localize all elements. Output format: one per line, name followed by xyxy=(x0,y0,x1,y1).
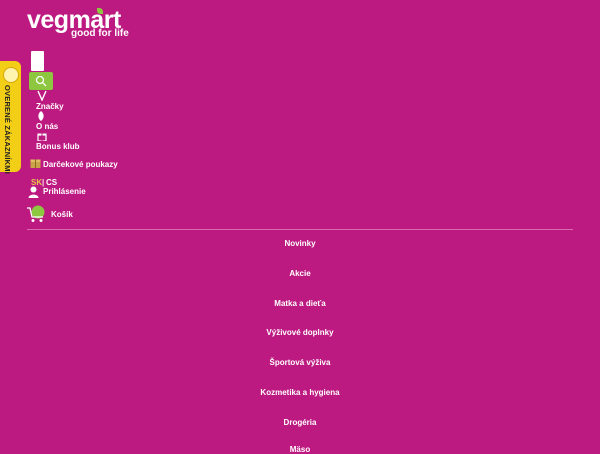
about-leaf-icon xyxy=(38,111,44,121)
nav-brands[interactable]: Značky xyxy=(36,102,64,111)
category-sports-nutrition[interactable]: Športová výživa xyxy=(0,358,600,367)
category-drugstore[interactable]: Drogéria xyxy=(0,418,600,427)
category-mother-child[interactable]: Matka a dieťa xyxy=(0,299,600,308)
nav-about[interactable]: O nás xyxy=(36,122,58,131)
lang-other[interactable]: CS xyxy=(46,178,57,187)
leaf-icon xyxy=(97,8,103,14)
verified-badge-icon xyxy=(3,67,19,83)
category-supplements[interactable]: Výživové doplnky xyxy=(0,328,600,337)
user-icon xyxy=(28,186,39,198)
category-sales[interactable]: Akcie xyxy=(0,269,600,278)
cart-icon xyxy=(27,205,45,222)
gift-icon xyxy=(37,133,47,141)
verified-reviews-label: OVERENÉ ZÁKAZNÍKMI xyxy=(3,85,12,175)
nav-cart[interactable]: Košík xyxy=(51,210,73,219)
lang-separator: | xyxy=(42,178,45,187)
search-button[interactable] xyxy=(29,72,53,90)
divider xyxy=(27,229,573,230)
brands-icon xyxy=(37,90,47,101)
verified-reviews-tab[interactable]: OVERENÉ ZÁKAZNÍKMI xyxy=(0,61,21,175)
category-new[interactable]: Novinky xyxy=(0,239,600,248)
nav-gift-vouchers[interactable]: Darčekové poukazy xyxy=(43,160,118,169)
voucher-icon xyxy=(30,159,41,168)
search-icon xyxy=(35,75,47,87)
brand-tagline: good for life xyxy=(71,28,129,39)
category-cosmetics[interactable]: Kozmetika a hygiena xyxy=(0,388,600,397)
nav-login[interactable]: Prihlásenie xyxy=(43,187,86,196)
nav-bonus-club[interactable]: Bonus klub xyxy=(36,142,80,151)
search-input[interactable] xyxy=(31,51,44,71)
logo[interactable]: vegmart good for life xyxy=(27,8,129,40)
